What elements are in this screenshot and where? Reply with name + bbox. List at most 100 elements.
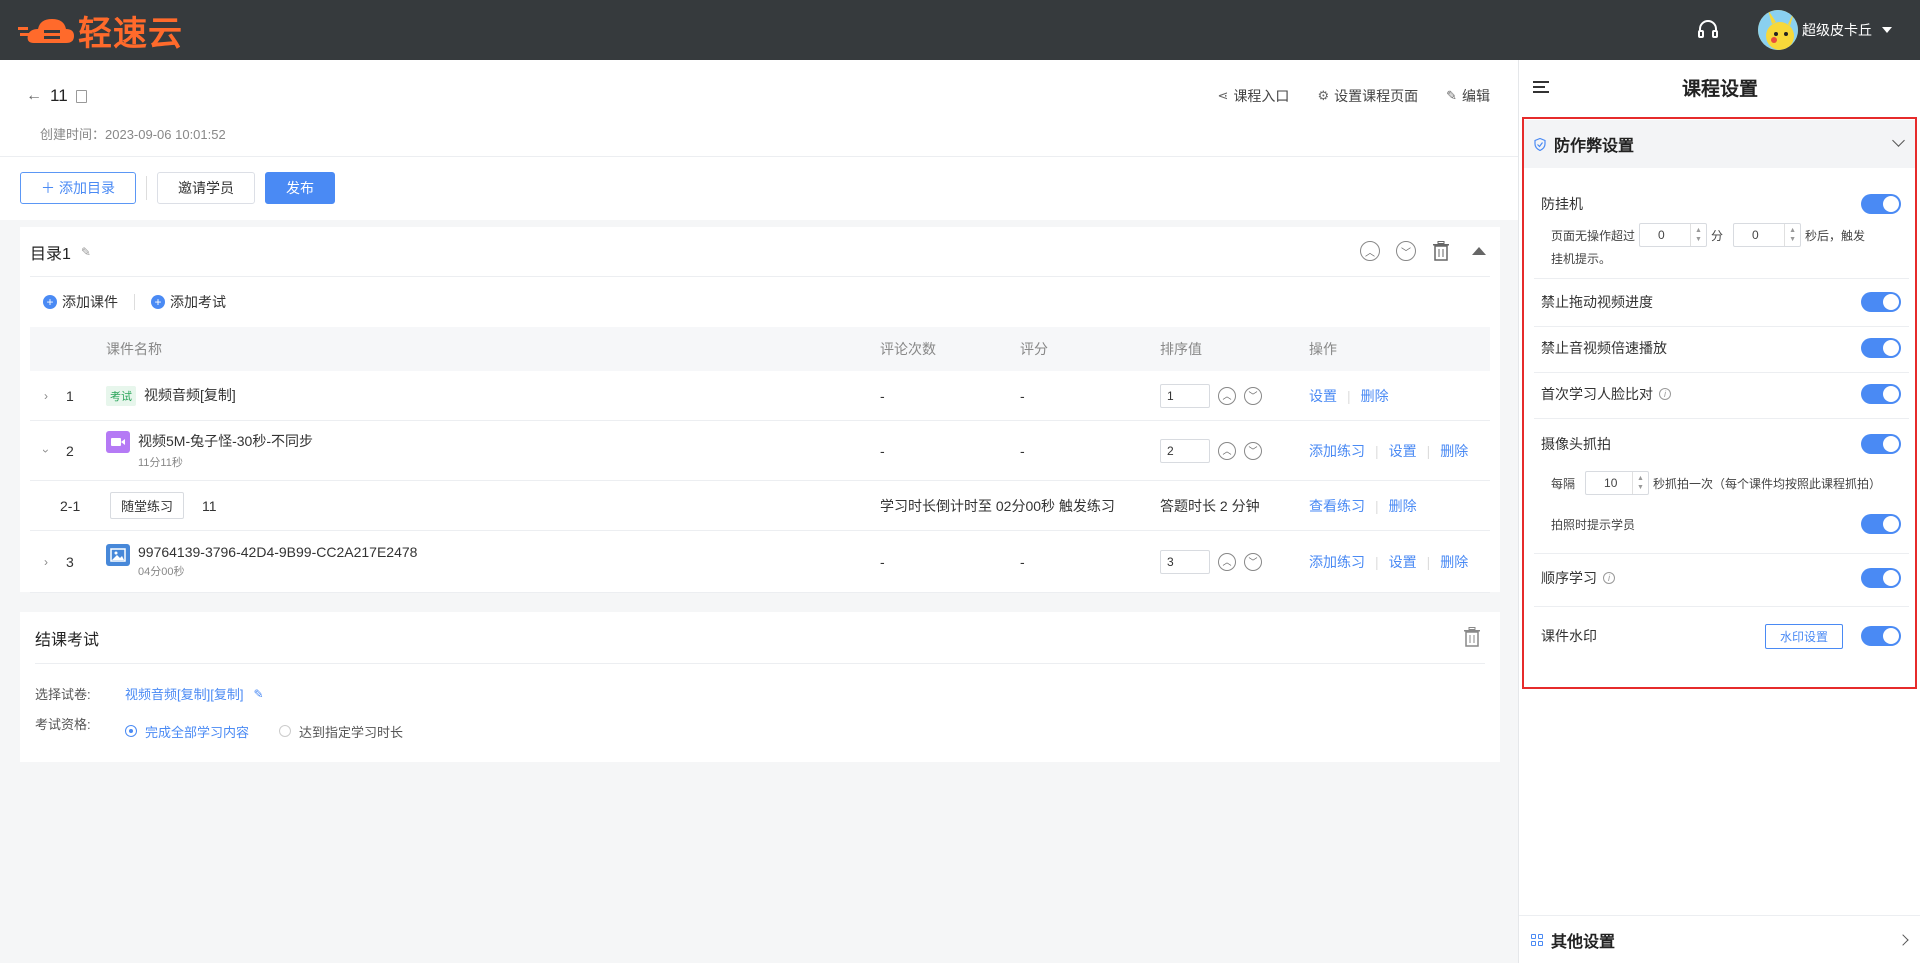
cloud-logo-icon	[18, 13, 76, 47]
divider	[1534, 326, 1909, 327]
move-down-icon[interactable]: ﹀	[1396, 241, 1416, 261]
divider	[1534, 553, 1909, 554]
gear-icon: ⚙	[1317, 88, 1330, 103]
add-catalog-button[interactable]: ＋添加目录	[20, 172, 136, 204]
practice-button[interactable]: 随堂练习	[110, 492, 185, 519]
setting-anti-idle: 防挂机	[1541, 194, 1901, 214]
pencil-icon: ✎	[1446, 88, 1457, 103]
courseware-table: 课件名称 评论次数 评分 排序值 操作 › 1 考试 视频音频[复制] - - 1…	[30, 327, 1490, 593]
no-drag-toggle[interactable]	[1861, 292, 1901, 312]
image-icon	[106, 544, 130, 566]
info-icon[interactable]: i	[1603, 572, 1615, 584]
anti-cheat-section-header[interactable]: 防作弊设置	[1524, 120, 1915, 168]
chevron-down-icon[interactable]: ›	[39, 449, 53, 453]
move-down-icon[interactable]: ﹀	[1244, 386, 1262, 405]
settings-link[interactable]: 设置	[1309, 388, 1337, 404]
duration: 11分11秒	[138, 457, 183, 469]
sort-input[interactable]: 2	[1160, 438, 1210, 463]
plus-icon: ＋	[41, 180, 55, 196]
divider: |	[1426, 442, 1431, 459]
sort-input[interactable]: 3	[1160, 549, 1210, 574]
move-down-icon[interactable]: ﹀	[1244, 552, 1262, 571]
info-icon[interactable]: i	[1659, 388, 1671, 400]
divider: |	[1375, 497, 1379, 514]
edit-link[interactable]: ✎ 编辑	[1446, 86, 1490, 106]
add-practice-link[interactable]: 添加练习	[1309, 554, 1365, 570]
brand-logo[interactable]: 轻速云	[18, 6, 183, 55]
setting-no-speed: 禁止音视频倍速播放	[1541, 338, 1901, 358]
comment-count: -	[880, 442, 885, 459]
page-header: ← 11 创建时间：2023-09-06 10:01:52 ⋖ 课程入口 ⚙ 设置课…	[0, 60, 1518, 220]
divider	[1534, 372, 1909, 373]
add-courseware-link[interactable]: 添加课件	[62, 292, 118, 312]
course-entry-link[interactable]: ⋖ 课程入口	[1218, 86, 1290, 106]
pencil-icon[interactable]: ✎	[81, 245, 91, 259]
interval-stepper[interactable]: 10 ▲ ▼	[1585, 471, 1650, 495]
settings-link[interactable]: 设置	[1389, 554, 1417, 570]
other-settings-header[interactable]: 其他设置	[1519, 915, 1920, 963]
delete-link[interactable]: 删除	[1440, 554, 1468, 570]
course-page-settings-link[interactable]: ⚙ 设置课程页面	[1317, 86, 1418, 106]
table-row: › 2 视频5M-兔子怪-30秒-不同步 11分11秒 - - 2 ︿ ﹀ 添加练习 |…	[30, 421, 1490, 481]
avatar[interactable]	[1758, 10, 1798, 50]
chevron-right-icon[interactable]: ›	[44, 389, 48, 403]
minute-unit: 分	[1711, 228, 1724, 243]
setting-camera: 摄像头抓拍	[1541, 434, 1901, 454]
idle-minutes-stepper[interactable]: 0 ▲ ▼	[1639, 223, 1708, 247]
catalog-title: 目录1	[30, 245, 71, 263]
radio-complete-all[interactable]: 完成全部学习内容	[125, 722, 249, 741]
menu-icon[interactable]	[1533, 80, 1549, 93]
delete-link[interactable]: 删除	[1440, 443, 1468, 459]
document-icon[interactable]	[75, 89, 87, 103]
plus-circle-icon: +	[151, 295, 165, 309]
watermark-toggle[interactable]	[1861, 626, 1901, 646]
headset-icon[interactable]	[1696, 18, 1720, 42]
settings-link[interactable]: 设置	[1389, 443, 1417, 459]
sort-input[interactable]: 1	[1160, 383, 1210, 408]
move-up-icon[interactable]: ︿	[1360, 241, 1380, 261]
score: -	[1020, 387, 1025, 404]
comment-count: -	[880, 387, 885, 404]
practice-row: 2-1 随堂练习 11 学习时长倒计时至 02分00秒 触发练习 答题时长 2 分…	[30, 481, 1490, 531]
trash-icon[interactable]	[1432, 241, 1450, 261]
idle-seconds-stepper[interactable]: 0 ▲ ▼	[1733, 223, 1802, 247]
spinner-icon[interactable]: ▲ ▼	[1632, 472, 1648, 494]
spinner-icon[interactable]: ▲ ▼	[1784, 224, 1800, 246]
publish-button[interactable]: 发布	[265, 172, 335, 204]
delete-link[interactable]: 删除	[1361, 388, 1389, 404]
trash-icon[interactable]	[1463, 627, 1481, 647]
move-up-icon[interactable]: ︿	[1218, 441, 1236, 460]
move-up-icon[interactable]: ︿	[1218, 552, 1236, 571]
chevron-right-icon[interactable]: ›	[44, 555, 48, 569]
divider	[1534, 418, 1909, 419]
anti-idle-toggle[interactable]	[1861, 194, 1901, 214]
back-arrow-icon[interactable]: ←	[26, 87, 42, 105]
watermark-settings-button[interactable]: 水印设置	[1764, 623, 1843, 649]
camera-toggle[interactable]	[1861, 434, 1901, 454]
username[interactable]: 超级皮卡丘	[1802, 20, 1872, 40]
add-exam-link[interactable]: 添加考试	[170, 292, 226, 312]
delete-link[interactable]: 删除	[1389, 498, 1417, 514]
face-compare-toggle[interactable]	[1861, 384, 1901, 404]
pencil-icon[interactable]: ✎	[253, 687, 263, 701]
score: -	[1020, 442, 1025, 459]
notify-toggle[interactable]	[1861, 514, 1901, 534]
final-exam-section: 结课考试 选择试卷: 视频音频[复制][复制] ✎ 考试资格: 完成全部学习内容…	[20, 612, 1500, 762]
collapse-icon[interactable]	[1472, 247, 1486, 255]
move-down-icon[interactable]: ﹀	[1244, 441, 1262, 460]
caret-down-icon[interactable]	[1882, 27, 1892, 33]
view-practice-link[interactable]: 查看练习	[1309, 498, 1365, 514]
top-bar: 轻速云 超级皮卡丘	[0, 0, 1920, 60]
setting-notify: 拍照时提示学员	[1551, 514, 1901, 534]
invite-students-button[interactable]: 邀请学员	[157, 172, 255, 204]
radio-study-duration[interactable]: 达到指定学习时长	[279, 722, 403, 741]
move-up-icon[interactable]: ︿	[1218, 386, 1236, 405]
paper-link[interactable]: 视频音频[复制][复制]	[125, 684, 243, 703]
spinner-icon[interactable]: ▲ ▼	[1690, 224, 1706, 246]
no-speed-toggle[interactable]	[1861, 338, 1901, 358]
sequential-toggle[interactable]	[1861, 568, 1901, 588]
divider: |	[1375, 442, 1379, 459]
every-label: 每隔	[1551, 476, 1576, 491]
row-index: 2-1	[60, 497, 81, 514]
add-practice-link[interactable]: 添加练习	[1309, 443, 1365, 459]
